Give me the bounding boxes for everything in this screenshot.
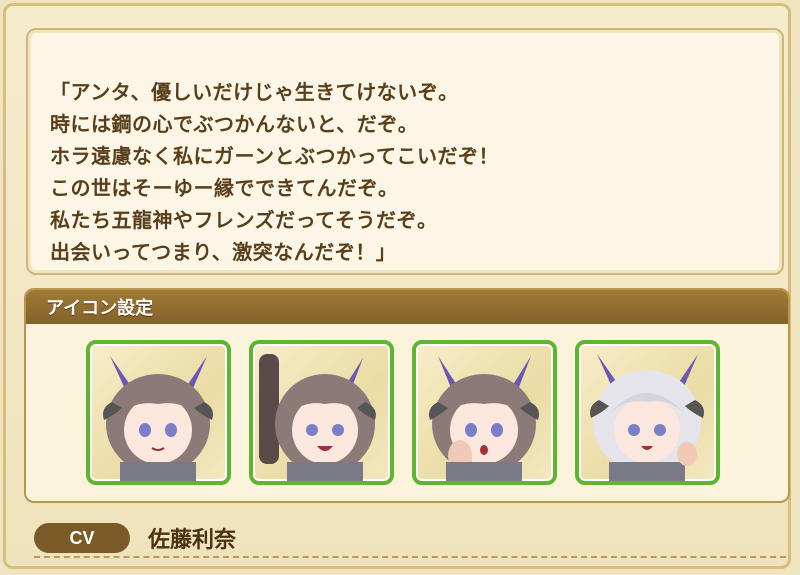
icon-settings-title: アイコン設定 [46,298,154,319]
quote-line: 「アンタ、優しいだけじゃ生きてけないぞ。 [50,80,459,104]
icon-settings-header: アイコン設定 [26,290,788,324]
icon-choice-row [86,340,720,485]
quote-line: 私たち五龍神やフレンズだってそうだぞ。 [50,208,438,232]
cv-badge: CV [34,523,130,553]
quote-line: この世はそーゆー縁でできてんだぞ。 [50,176,399,200]
icon-choice-1[interactable] [86,340,231,485]
icon-choice-2[interactable] [249,340,394,485]
icon-choice-3[interactable] [412,340,557,485]
character-portrait-icon [259,354,376,481]
character-quote: 「アンタ、優しいだけじゃ生きてけないぞ。 時には鋼の心でぶつかんないと、だぞ。 … [50,44,499,268]
icon-choice-4[interactable] [575,340,720,485]
cv-row: CV 佐藤利奈 [34,518,786,558]
quote-line: 出会いってつまり、激突なんだぞ！」 [50,240,397,264]
icon-settings-section: アイコン設定 [24,288,790,503]
voice-actor-name: 佐藤利奈 [148,528,237,553]
character-portrait-icon [103,356,213,481]
character-profile-panel: 「アンタ、優しいだけじゃ生きてけないぞ。 時には鋼の心でぶつかんないと、だぞ。 … [3,3,791,569]
cv-label: CV [69,527,95,548]
character-portrait-icon [429,356,539,481]
character-portrait-icon [590,354,704,481]
quote-line: ホラ遠慮なく私にガーンとぶつかってこいだぞ！ [50,144,499,168]
quote-box: 「アンタ、優しいだけじゃ生きてけないぞ。 時には鋼の心でぶつかんないと、だぞ。 … [26,28,784,275]
quote-line: 時には鋼の心でぶつかんないと、だぞ。 [50,112,419,136]
divider [34,556,786,558]
